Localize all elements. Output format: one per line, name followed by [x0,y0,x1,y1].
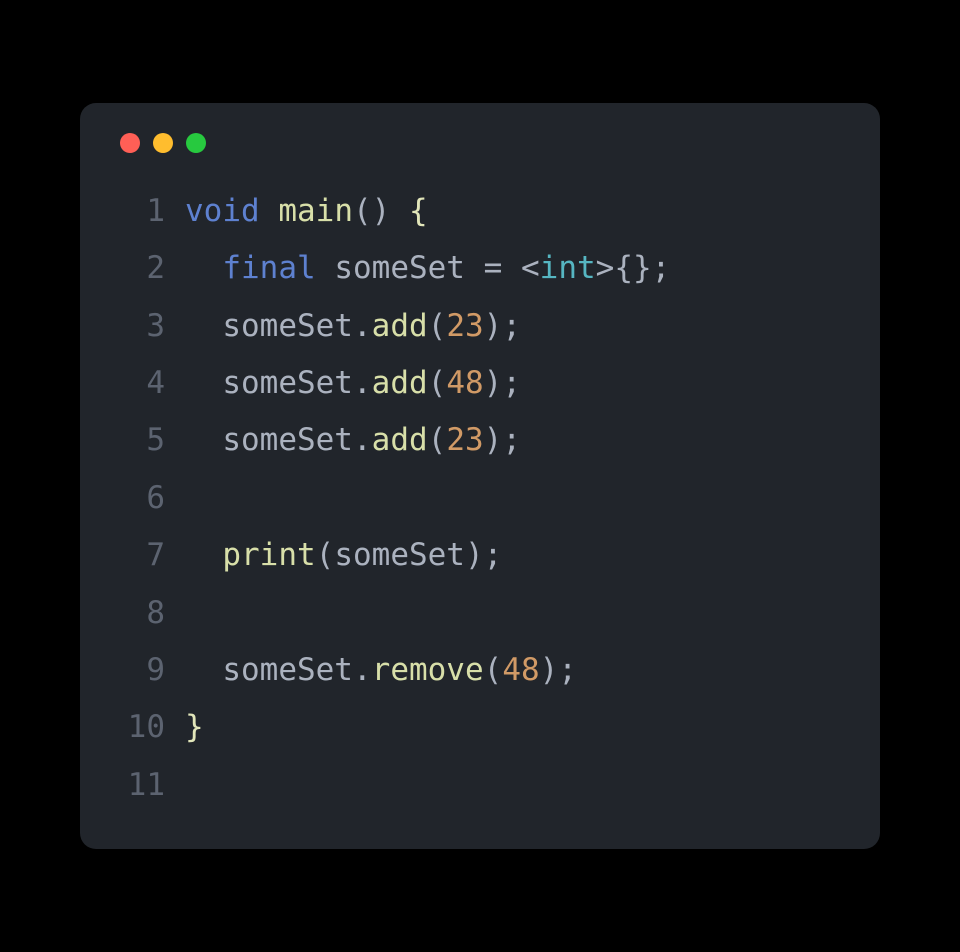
code-line: 3 someSet.add(23); [115,298,845,355]
code-content: print(someSet); [185,527,502,584]
code-content [185,757,204,814]
code-line: 4 someSet.add(48); [115,355,845,412]
code-content [185,585,204,642]
line-number: 6 [115,470,165,527]
window-controls [115,133,845,153]
maximize-button[interactable] [186,133,206,153]
line-number: 7 [115,527,165,584]
code-editor-window: 1void main() {2 final someSet = <int>{};… [80,103,880,849]
code-line: 11 [115,757,845,814]
code-content: } [185,699,204,756]
code-line: 1 void main() { [115,183,845,240]
line-number: 8 [115,585,165,642]
line-number: 1 [115,183,165,240]
code-line: 8 [115,585,845,642]
code-content: someSet.remove(48); [185,642,577,699]
code-content: final someSet = <int>{}; [185,240,670,297]
code-area[interactable]: 1void main() {2 final someSet = <int>{};… [115,183,845,814]
code-line: 9 someSet.remove(48); [115,642,845,699]
line-number: 4 [115,355,165,412]
code-line: 7 print(someSet); [115,527,845,584]
code-line: 2 final someSet = <int>{}; [115,240,845,297]
code-content: someSet.add(23); [185,412,521,469]
line-number: 2 [115,240,165,297]
code-content: someSet.add(48); [185,355,521,412]
line-number: 3 [115,298,165,355]
code-line: 10} [115,699,845,756]
minimize-button[interactable] [153,133,173,153]
line-number: 11 [115,757,165,814]
line-number: 5 [115,412,165,469]
code-line: 6 [115,470,845,527]
close-button[interactable] [120,133,140,153]
line-number: 9 [115,642,165,699]
code-line: 5 someSet.add(23); [115,412,845,469]
code-content: someSet.add(23); [185,298,521,355]
code-content: void main() { [185,183,428,240]
code-content [185,470,204,527]
line-number: 10 [115,699,165,756]
